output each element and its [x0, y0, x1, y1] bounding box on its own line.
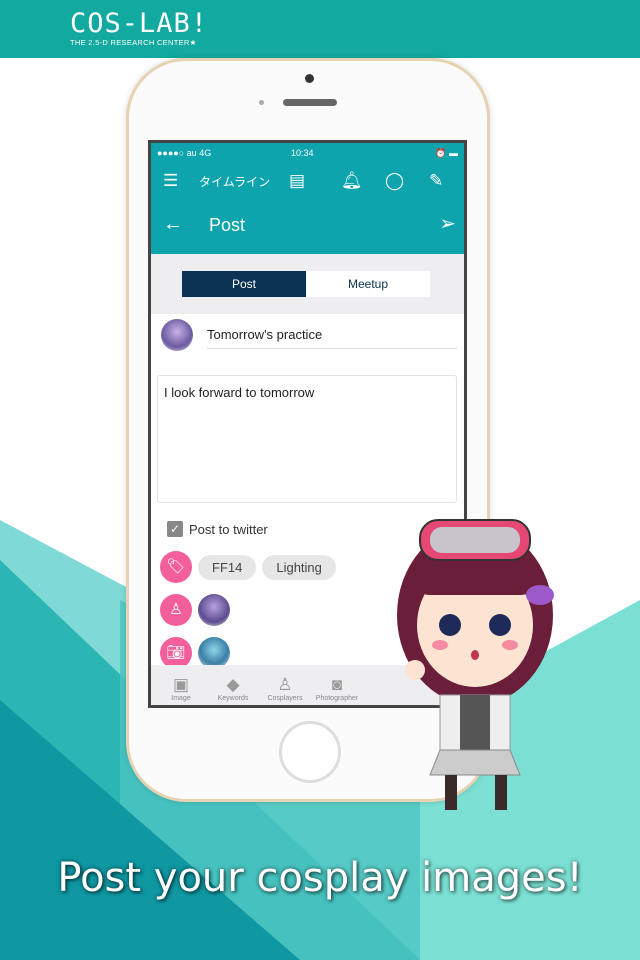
post-header: ← Post ➢ [151, 199, 464, 254]
tab-post[interactable]: Post [182, 271, 306, 297]
tab-photographer[interactable]: ◙ Photographer [311, 675, 363, 705]
mascot-character [397, 519, 554, 810]
speaker [283, 99, 337, 106]
promo-caption: Post your cosplay images! [57, 855, 583, 901]
tab-meetup[interactable]: Meetup [306, 271, 430, 297]
tag-icon[interactable]: 🏷︎ [160, 551, 192, 583]
send-icon[interactable]: ➢ [439, 211, 456, 236]
cosplayers-row: ♙ [160, 594, 230, 626]
keyword-chip[interactable]: FF14 [198, 554, 257, 580]
status-bar: ●●●●○ au 4G 10:34 ⏰ ▬ [151, 143, 464, 163]
tab-keywords[interactable]: ◆ Keywords [207, 675, 259, 705]
camera-icon [305, 74, 314, 83]
subject-row: Tomorrow's practice [161, 319, 461, 351]
top-nav: ☰ タイムライン ▤ 🔔︎ ◯ ✎ [151, 163, 464, 199]
keywords-row: 🏷︎ FF14 Lighting [160, 551, 336, 583]
image-icon: ▣ [172, 675, 190, 694]
cosplayer-avatar[interactable] [198, 594, 230, 626]
compose-icon[interactable]: ✎ [429, 171, 443, 191]
sensor [259, 100, 264, 105]
keyword-chip[interactable]: Lighting [262, 554, 336, 580]
app-logo: COS-LAB! THE 2.5-D RESEARCH CENTER★ [70, 8, 209, 48]
bell-icon[interactable]: 🔔︎ [341, 171, 363, 191]
subject-input[interactable]: Tomorrow's practice [207, 327, 457, 349]
body-textarea[interactable]: I look forward to tomorrow [157, 375, 457, 503]
timeline-link[interactable]: タイムライン [199, 173, 270, 190]
back-arrow-icon[interactable]: ← [163, 213, 183, 236]
top-banner: COS-LAB! THE 2.5-D RESEARCH CENTER★ [0, 0, 640, 58]
twitter-checkbox-row[interactable]: ✓ Post to twitter [167, 521, 268, 537]
notebook-icon[interactable]: ▤ [289, 171, 305, 191]
tab-cosplayers[interactable]: ♙ Cosplayers [259, 675, 311, 705]
avatar [161, 319, 193, 351]
home-button[interactable] [279, 721, 341, 783]
person-icon: ♙ [277, 675, 293, 694]
menu-icon[interactable]: ☰ [163, 171, 178, 191]
camera-icon: ◙ [331, 675, 343, 694]
checkbox-checked-icon[interactable]: ✓ [167, 521, 183, 537]
person-icon[interactable]: ♙ [160, 594, 192, 626]
chat-icon[interactable]: ◯ [385, 171, 404, 191]
page-title: Post [209, 215, 246, 235]
tab-image[interactable]: ▣ Image [155, 675, 207, 705]
segmented-control: Post Meetup [151, 254, 464, 314]
tag-icon: ◆ [226, 675, 240, 694]
